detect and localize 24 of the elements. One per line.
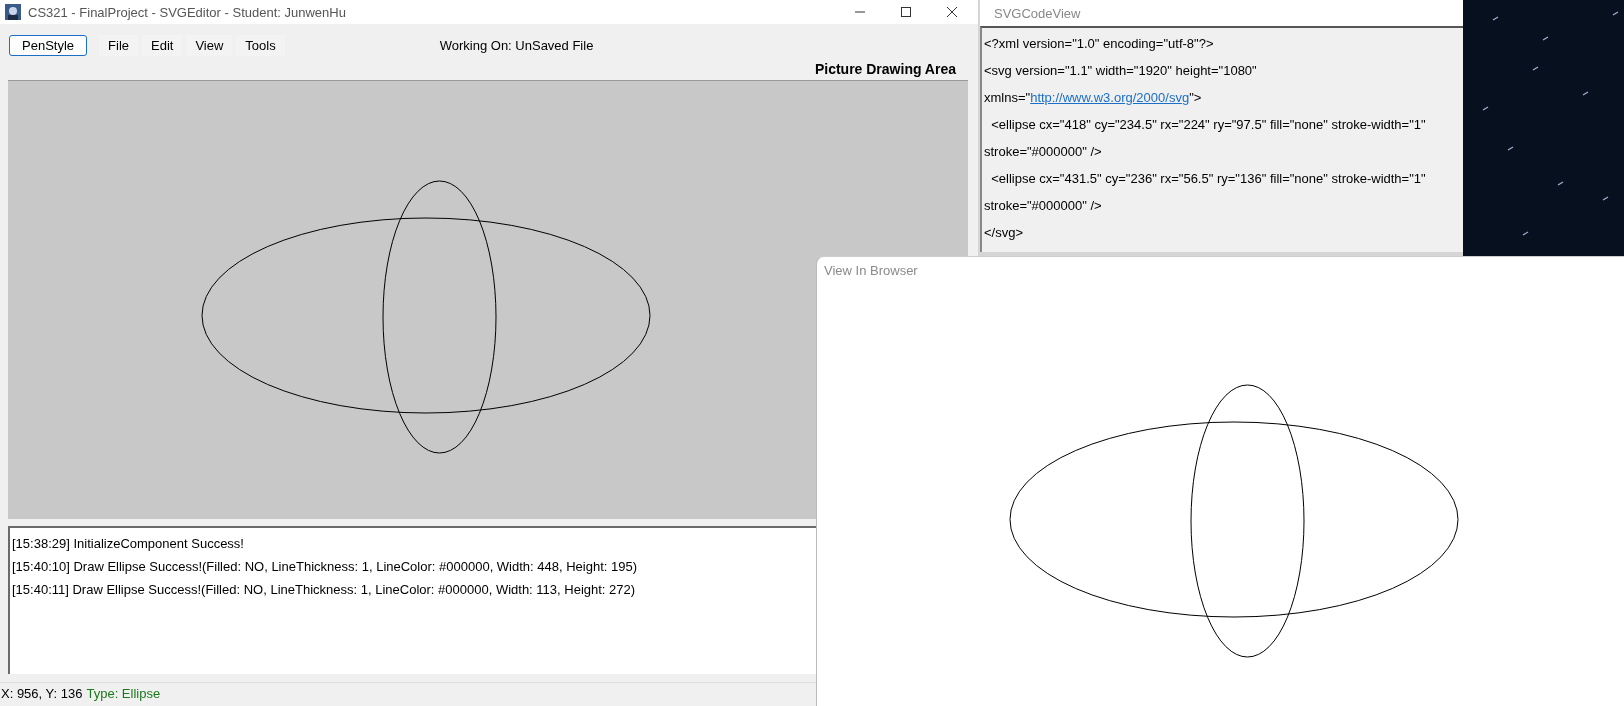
- area-heading: Picture Drawing Area: [814, 60, 956, 77]
- log-entry: [15:40:10] Draw Ellipse Success!(Filled: NO, LineThickness: 1, LineColor: #000000, Width: 448, Height: 195): [12, 558, 639, 576]
- maximize-icon[interactable]: [900, 6, 912, 18]
- code-line: <ellipse cx="431.5" cy="236" rx="56.5" ry="136" fill="none" stroke-width="1": [990, 171, 1426, 186]
- shape-type: Type: Ellipse: [86, 686, 161, 701]
- window-title: View In Browser: [824, 263, 918, 278]
- window-title: CS321 - FinalProject - SVGEditor - Student: JunwenHu: [28, 4, 346, 20]
- code-line: stroke="#000000" />: [984, 198, 1102, 213]
- close-icon[interactable]: [946, 6, 958, 18]
- log-entry: [15:38:29] InitializeComponent Success!: [12, 535, 245, 553]
- pen-style-button[interactable]: PenStyle: [9, 34, 88, 56]
- namespace-link[interactable]: http://www.w3.org/2000/svg: [1030, 90, 1190, 105]
- log-entry: [15:40:11] Draw Ellipse Success!(Filled: NO, LineThickness: 1, LineColor: #000000, Width: 113, Height: 272): [12, 581, 637, 599]
- code-line: <ellipse cx="418" cy="234.5" rx="224" ry="97.5" fill="none" stroke-width="1": [990, 117, 1426, 132]
- code-line: <svg version="1.1" width="1920" height="1080": [984, 63, 1257, 78]
- code-line: stroke="#000000" />: [984, 144, 1102, 159]
- code-line: ">: [1189, 90, 1202, 105]
- status-label: Working On: UnSaved File: [439, 37, 594, 53]
- cursor-position: X: 956, Y: 136: [1, 686, 83, 701]
- code-line: <?xml version="1.0" encoding="utf-8"?>: [984, 36, 1214, 51]
- code-line: xmlns=": [984, 90, 1031, 105]
- window-title: SVGCodeView: [994, 5, 1081, 21]
- code-line: </svg>: [984, 225, 1024, 240]
- app-icon: [5, 4, 21, 20]
